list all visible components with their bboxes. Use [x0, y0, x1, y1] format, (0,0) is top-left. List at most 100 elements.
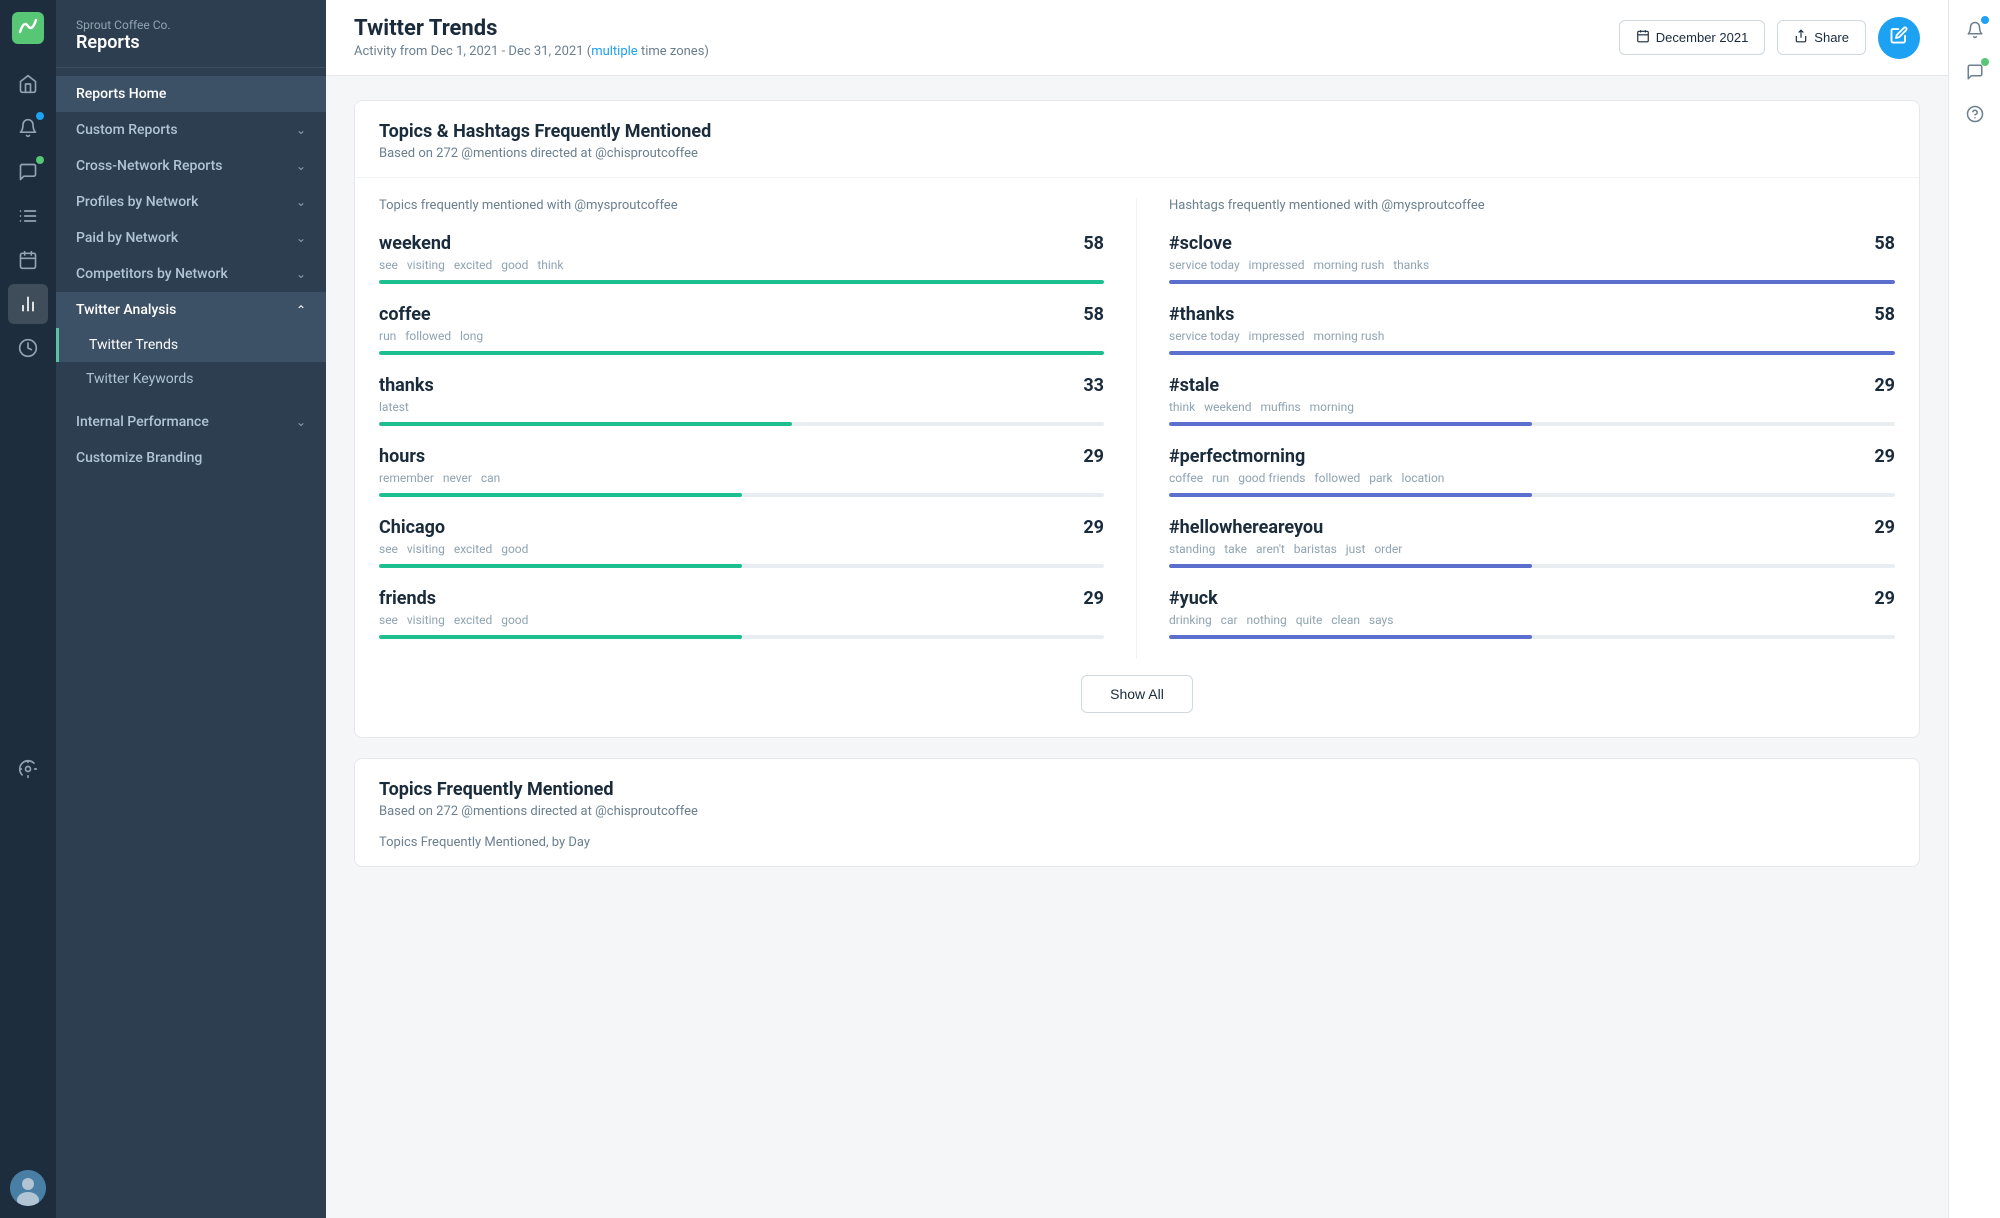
progress-fill	[1169, 351, 1895, 355]
list-item: #perfectmorning 29 coffee run good frien…	[1169, 446, 1895, 497]
sidebar-item-label: Competitors by Network	[76, 266, 228, 282]
hashtags-col-header: Hashtags frequently mentioned with @mysp…	[1169, 198, 1895, 213]
hashtag-name: #stale	[1169, 375, 1219, 396]
tasks-icon[interactable]	[8, 196, 48, 236]
progress-bar	[1169, 493, 1895, 497]
chart-label: Topics Frequently Mentioned, by Day	[355, 835, 1919, 866]
sidebar-item-profiles-by-network[interactable]: Profiles by Network ⌄	[56, 184, 326, 220]
activity-date: Activity from Dec 1, 2021 - Dec 31, 2021	[354, 44, 584, 59]
sidebar-sub-item-twitter-trends[interactable]: Twitter Trends	[56, 328, 326, 362]
share-button[interactable]: Share	[1777, 20, 1866, 55]
sidebar-item-customize-branding[interactable]: Customize Branding	[56, 440, 326, 476]
topics-mentioned-card: Topics Frequently Mentioned Based on 272…	[354, 758, 1920, 867]
progress-fill	[379, 564, 742, 568]
hashtags-column: Hashtags frequently mentioned with @mysp…	[1137, 198, 1895, 659]
progress-bar	[379, 635, 1104, 639]
sidebar-item-label: Custom Reports	[76, 122, 178, 138]
app-logo[interactable]	[12, 12, 44, 44]
hashtag-name: #perfectmorning	[1169, 446, 1305, 467]
list-item: thanks 33 latest	[379, 375, 1104, 426]
progress-bar	[1169, 422, 1895, 426]
section-title: Reports	[76, 32, 306, 53]
topic-name: hours	[379, 446, 425, 467]
sidebar-item-label: Profiles by Network	[76, 194, 198, 210]
progress-fill	[1169, 422, 1532, 426]
progress-fill	[379, 280, 1104, 284]
sidebar-item-internal-performance[interactable]: Internal Performance ⌄	[56, 404, 326, 440]
show-all-button[interactable]: Show All	[1081, 675, 1193, 713]
topic-name: coffee	[379, 304, 431, 325]
content-area: Topics & Hashtags Frequently Mentioned B…	[326, 76, 1948, 1218]
reports-icon[interactable]	[8, 284, 48, 324]
progress-fill	[1169, 280, 1895, 284]
sidebar-header: Sprout Coffee Co. Reports	[56, 0, 326, 68]
progress-bar	[379, 422, 1104, 426]
messages-icon[interactable]	[8, 152, 48, 192]
sidebar-item-label: Customize Branding	[76, 450, 202, 466]
progress-bar	[1169, 280, 1895, 284]
topbar-left: Twitter Trends Activity from Dec 1, 2021…	[354, 16, 709, 59]
sidebar-item-cross-network[interactable]: Cross-Network Reports ⌄	[56, 148, 326, 184]
topic-name: Chicago	[379, 517, 445, 538]
sidebar: Sprout Coffee Co. Reports Reports Home C…	[56, 0, 326, 1218]
page-title: Twitter Trends	[354, 16, 709, 41]
chevron-down-icon: ⌄	[296, 159, 306, 173]
chat-icon[interactable]	[1957, 54, 1993, 90]
progress-bar	[1169, 635, 1895, 639]
home-icon[interactable]	[8, 64, 48, 104]
sidebar-item-paid-by-network[interactable]: Paid by Network ⌄	[56, 220, 326, 256]
share-icon	[1794, 29, 1808, 46]
sidebar-item-twitter-analysis[interactable]: Twitter Analysis ⌃	[56, 292, 326, 328]
progress-bar	[379, 493, 1104, 497]
progress-fill	[379, 635, 742, 639]
company-name: Sprout Coffee Co.	[76, 18, 306, 32]
multiple-link[interactable]: multiple	[591, 44, 638, 59]
chevron-down-icon: ⌄	[296, 231, 306, 245]
sidebar-item-custom-reports[interactable]: Custom Reports ⌄	[56, 112, 326, 148]
list-item: Chicago 29 see visiting excited good	[379, 517, 1104, 568]
hashtag-tags: service today impressed morning rush tha…	[1169, 258, 1895, 272]
user-avatar[interactable]	[10, 1170, 46, 1206]
settings-icon[interactable]	[8, 749, 48, 789]
list-item: coffee 58 run followed long	[379, 304, 1104, 355]
progress-bar	[1169, 564, 1895, 568]
hashtag-count: 58	[1874, 304, 1895, 325]
topic-tags: see visiting excited good think	[379, 258, 1104, 272]
help-icon[interactable]	[1957, 96, 1993, 132]
card-body: Topics frequently mentioned with @myspro…	[355, 178, 1919, 737]
right-rail	[1948, 0, 2000, 1218]
progress-bar	[1169, 351, 1895, 355]
list-item: hours 29 remember never can	[379, 446, 1104, 497]
topics-col-header: Topics frequently mentioned with @myspro…	[379, 198, 1104, 213]
hashtag-tags: drinking car nothing quite clean says	[1169, 613, 1895, 627]
sidebar-nav: Reports Home Custom Reports ⌄ Cross-Netw…	[56, 68, 326, 484]
topic-tags: run followed long	[379, 329, 1104, 343]
card-subtitle: Based on 272 @mentions directed at @chis…	[379, 146, 1895, 161]
list-item: #sclove 58 service today impressed morni…	[1169, 233, 1895, 284]
date-range-button[interactable]: December 2021	[1619, 20, 1766, 55]
icon-rail	[0, 0, 56, 1218]
progress-bar	[379, 280, 1104, 284]
sidebar-sub-item-twitter-keywords[interactable]: Twitter Keywords	[56, 362, 326, 396]
topic-name: weekend	[379, 233, 451, 254]
progress-fill	[1169, 493, 1532, 497]
sidebar-item-label: Twitter Analysis	[76, 302, 176, 318]
analytics-icon[interactable]	[8, 328, 48, 368]
topic-name: thanks	[379, 375, 434, 396]
topics-column: Topics frequently mentioned with @myspro…	[379, 198, 1137, 659]
sidebar-item-label: Reports Home	[76, 86, 166, 102]
notifications-icon[interactable]	[8, 108, 48, 148]
hashtag-count: 29	[1874, 375, 1895, 396]
card-title: Topics & Hashtags Frequently Mentioned	[379, 121, 1895, 142]
sidebar-item-competitors-by-network[interactable]: Competitors by Network ⌄	[56, 256, 326, 292]
create-button[interactable]	[1878, 17, 1920, 59]
progress-bar	[379, 351, 1104, 355]
progress-fill	[1169, 564, 1532, 568]
card2-subtitle: Based on 272 @mentions directed at @chis…	[379, 804, 1895, 819]
sidebar-item-reports-home[interactable]: Reports Home	[56, 76, 326, 112]
calendar-icon[interactable]	[8, 240, 48, 280]
list-item: weekend 58 see visiting excited good thi…	[379, 233, 1104, 284]
chevron-up-icon: ⌃	[296, 303, 306, 317]
bell-icon[interactable]	[1957, 12, 1993, 48]
hashtag-name: #thanks	[1169, 304, 1234, 325]
